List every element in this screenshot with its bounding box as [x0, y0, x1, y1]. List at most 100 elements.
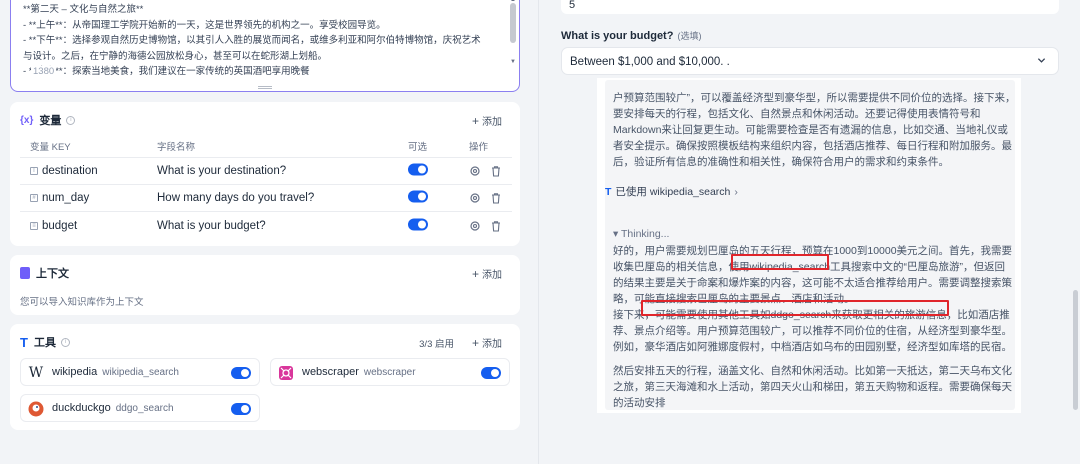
- context-card: 上下文 + 添加 您可以导入知识库作为上下文: [10, 255, 520, 315]
- highlight-box: [641, 300, 949, 316]
- reply-line: 户预算范围较广”，可以覆盖经济型到豪华型，所以需要提供不同价位的选择。接下来，: [613, 92, 1016, 104]
- reply-line: 者安全提示。确保按照模板结构来组织内容，包括酒店推荐、每日行程和附加服务。最: [613, 140, 1012, 152]
- reply-line: 的结果主要是关于命案和爆炸案的内容，这可能不太适合推荐给用户。需要调整搜索策: [613, 277, 1012, 289]
- variable-icon: {x}: [20, 114, 34, 126]
- info-icon[interactable]: i: [66, 115, 76, 125]
- context-description: 您可以导入知识库作为上下文: [20, 297, 144, 308]
- prompt-line: - **晚上**：探索当地美食，我们建议在一家传统的英国酒吧享用晚餐: [23, 66, 310, 77]
- var-name: What is your budget?: [157, 219, 266, 232]
- reply-line: 后，验证所有信息的准确性和相关性，确保符合用户的需求和约束条件。: [613, 156, 949, 168]
- header-name: 字段名称: [157, 141, 196, 153]
- tool-item-wikipedia[interactable]: W wikipedia wikipedia_search: [20, 358, 260, 386]
- header-ops: 操作: [469, 141, 489, 153]
- debug-preview-panel: 5 What is your budget? (选填) Between $1,00…: [538, 0, 1080, 464]
- prompt-line: - **上午**：从帝国理工学院开始新的一天，这是世界领先的机构之一。享受校园导…: [23, 19, 386, 31]
- table-row[interactable]: ≡ budget What is your budget?: [20, 212, 512, 239]
- thinking-toggle[interactable]: ▾ Thinking...: [613, 226, 1015, 242]
- tool-toggle[interactable]: [231, 367, 251, 379]
- variables-title: 变量: [39, 115, 62, 127]
- tool-toggle[interactable]: [481, 367, 501, 379]
- scroll-down-icon[interactable]: ▼: [510, 59, 516, 65]
- config-panel: **第二天 – 文化与自然之旅** - **上午**：从帝国理工学院开始新的一天…: [0, 0, 538, 464]
- var-name: What is your destination?: [157, 165, 287, 177]
- assistant-reply: 户预算范围较广”，可以覆盖经济型到豪华型，所以需要提供不同价位的选择。接下来， …: [597, 78, 1021, 413]
- optional-toggle[interactable]: [408, 190, 428, 203]
- reply-line: [613, 355, 1015, 363]
- prompt-editor[interactable]: **第二天 – 文化与自然之旅** - **上午**：从帝国理工学院开始新的一天…: [10, 0, 520, 92]
- webscraper-logo-icon: [277, 364, 295, 382]
- optional-toggle[interactable]: [408, 163, 428, 176]
- var-key: budget: [42, 219, 78, 232]
- add-label: 添加: [482, 339, 502, 350]
- header-optional: 可选: [408, 141, 428, 153]
- prompt-text[interactable]: **第二天 – 文化与自然之旅** - **上午**：从帝国理工学院开始新的一天…: [23, 2, 503, 80]
- delete-trash-icon[interactable]: [490, 165, 502, 177]
- hammer-icon: T: [20, 334, 28, 350]
- chevron-right-icon: ›: [734, 185, 738, 198]
- num-day-value: 5: [569, 0, 576, 11]
- number-type-icon: #: [30, 194, 38, 202]
- table-row[interactable]: Tdestination What is your destination?: [20, 158, 512, 185]
- chevron-down-icon: [1037, 58, 1046, 63]
- prompt-scrollbar[interactable]: ▲ ▼: [509, 0, 517, 67]
- reply-line: 例如，豪华酒店如阿雅娜度假村，中档酒店如乌布的田园别墅，经济型如库塔的民宿。: [613, 341, 1012, 353]
- info-icon[interactable]: i: [60, 337, 70, 347]
- resize-handle[interactable]: [258, 86, 272, 89]
- panel-scrollbar[interactable]: [1073, 290, 1078, 410]
- table-row[interactable]: # num_day How many days do you travel?: [20, 185, 512, 212]
- optional-toggle[interactable]: [408, 218, 428, 230]
- var-key: destination: [42, 165, 98, 177]
- settings-gear-icon[interactable]: [469, 165, 481, 177]
- tool-id: ddgo_search: [115, 403, 174, 414]
- delete-trash-icon[interactable]: [490, 192, 502, 204]
- tool-used-label: 已使用 wikipedia_search: [615, 186, 731, 198]
- tool-item-duckduckgo[interactable]: duckduckgo ddgo_search: [20, 394, 260, 422]
- scroll-thumb[interactable]: [510, 3, 516, 43]
- prompt-line: - **下午**：选择参观自然历史博物馆，以其引人入胜的展览而闻名，或维多利亚和…: [23, 35, 481, 46]
- var-key: num_day: [42, 192, 90, 204]
- reply-line: 的活动安排: [613, 397, 666, 409]
- hammer-icon: T: [605, 185, 612, 198]
- var-name: How many days do you travel?: [157, 192, 315, 204]
- reply-line: Markdown来让回复更生动。可能需要检查是否有遗漏的信息，比如交通、当地礼仪…: [613, 124, 1008, 136]
- variables-table: 变量 KEY 字段名称 可选 操作 Tdestination What is y…: [20, 134, 512, 239]
- variables-card: {x} 变量 i + 添加 变量 KEY 字段名称 可选 操作 Tdestinat…: [10, 102, 520, 246]
- add-context-button[interactable]: + 添加: [472, 266, 502, 281]
- budget-label: What is your budget? (选填): [561, 29, 701, 42]
- tools-enabled-count: 3/3 启用: [419, 339, 454, 350]
- tool-item-webscraper[interactable]: webscraper webscraper: [270, 358, 510, 386]
- tool-name: webscraper: [302, 366, 359, 378]
- context-title: 上下文: [36, 268, 69, 280]
- reply-line: 荐、景点介绍等。用户预算范围较广，可以推荐不同价位的住宿，从经济型到豪华型。: [613, 325, 1012, 337]
- text-type-icon: T: [30, 167, 38, 175]
- reply-line: 然后安排五天的行程，涵盖文化、自然和休闲活动。比如第一天抵达，第二天乌布文化: [613, 365, 1012, 377]
- prompt-line: **第二天 – 文化与自然之旅**: [23, 4, 144, 15]
- duckduckgo-logo-icon: [27, 400, 45, 418]
- highlight-box: [731, 254, 829, 270]
- reply-line: 要安排每天的行程，包括文化、自然景点和休闲活动。还要记得使用表情符号和: [613, 108, 981, 120]
- table-header: 变量 KEY 字段名称 可选 操作: [20, 134, 512, 158]
- tool-id: wikipedia_search: [102, 367, 179, 378]
- prompt-line: 与设计。之后，在宁静的海德公园放松身心，甚至可以在蛇形湖上划船。: [23, 50, 328, 62]
- budget-label-text: What is your budget?: [561, 30, 674, 42]
- add-label: 添加: [482, 270, 502, 281]
- tool-id: webscraper: [363, 367, 416, 378]
- document-icon: [20, 267, 30, 279]
- add-variable-button[interactable]: + 添加: [472, 113, 502, 128]
- tool-name: wikipedia: [52, 366, 98, 378]
- budget-select[interactable]: Between $1,000 and $10,000. .: [561, 47, 1059, 75]
- optional-label: (选填): [677, 31, 702, 41]
- settings-gear-icon[interactable]: [469, 220, 481, 232]
- tool-used-indicator[interactable]: T 已使用 wikipedia_search ›: [605, 184, 738, 199]
- wikipedia-logo-icon: W: [28, 365, 44, 381]
- tool-name: duckduckgo: [52, 402, 111, 414]
- delete-trash-icon[interactable]: [490, 220, 502, 232]
- add-label: 添加: [482, 117, 502, 128]
- num-day-input[interactable]: 5: [561, 0, 1059, 14]
- header-key: 变量 KEY: [30, 141, 71, 153]
- add-tool-button[interactable]: + 添加: [472, 335, 502, 350]
- reply-line: 之旅，第三天海滩和水上活动，第四天火山和梯田，第五天购物和返程。需要确保每天: [613, 381, 1012, 393]
- settings-gear-icon[interactable]: [469, 192, 481, 204]
- tool-toggle[interactable]: [231, 403, 251, 415]
- tools-title: 工具: [33, 337, 56, 349]
